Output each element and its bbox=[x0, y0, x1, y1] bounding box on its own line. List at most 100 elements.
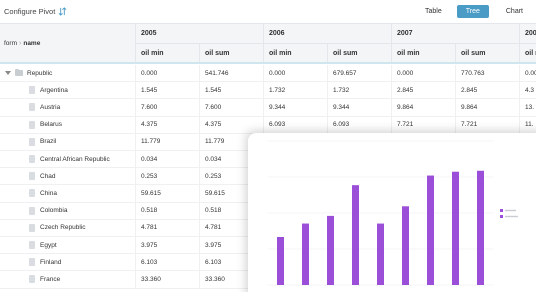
value-cell[interactable]: 0.000 bbox=[520, 65, 536, 81]
row-name-label: Argentina bbox=[40, 86, 68, 94]
value-cell[interactable]: 0.253 bbox=[136, 168, 200, 185]
value-cell[interactable]: 9.864 bbox=[456, 99, 520, 116]
chart-bar[interactable] bbox=[377, 223, 384, 285]
value-cell[interactable]: 13. bbox=[520, 99, 536, 115]
value-cell[interactable]: 9.344 bbox=[264, 99, 328, 116]
value-cell[interactable]: 6.093 bbox=[264, 116, 328, 133]
bar-chart bbox=[268, 140, 518, 286]
row-name-cell[interactable]: France bbox=[0, 271, 136, 288]
document-icon bbox=[29, 241, 35, 250]
value-cell[interactable]: 2.845 bbox=[392, 82, 456, 99]
row-name-cell[interactable]: Republic bbox=[0, 65, 136, 82]
measure-header[interactable]: oil sum bbox=[200, 44, 264, 62]
row-name-cell[interactable]: China bbox=[0, 185, 136, 202]
chart-bar[interactable] bbox=[452, 171, 459, 285]
row-header-fields[interactable]: form › name bbox=[0, 24, 136, 64]
row-name-label: Brazil bbox=[40, 138, 57, 146]
view-tree-button[interactable]: Tree bbox=[456, 5, 489, 18]
table-row[interactable]: Argentina 1.545 1.545 1.732 1.732 2.845 2.845 4… bbox=[0, 82, 536, 100]
chart-bar[interactable] bbox=[402, 206, 409, 285]
year-header[interactable]: 2007 bbox=[392, 24, 520, 43]
row-name-cell[interactable]: Finland bbox=[0, 254, 136, 271]
chart-bar[interactable] bbox=[427, 175, 434, 285]
value-cell[interactable]: 679.657 bbox=[328, 65, 392, 82]
value-cell[interactable]: 11. bbox=[520, 117, 536, 133]
row-name-cell[interactable]: Belarus bbox=[0, 116, 136, 133]
row-name-label: Chad bbox=[40, 172, 56, 180]
row-name-cell[interactable]: Austria bbox=[0, 99, 136, 116]
measure-header[interactable]: oil min bbox=[264, 44, 328, 62]
row-name-cell[interactable]: Brazil bbox=[0, 133, 136, 150]
view-chart-button[interactable]: Chart bbox=[497, 5, 532, 18]
value-cell[interactable]: 1.545 bbox=[200, 82, 264, 99]
view-table-button[interactable]: Table bbox=[416, 5, 451, 18]
row-name-label: Czech Republic bbox=[40, 224, 86, 232]
value-cell[interactable]: 4.3 bbox=[520, 82, 536, 98]
measure-header[interactable]: oil sum bbox=[328, 44, 392, 62]
measure-header[interactable]: oil min bbox=[520, 44, 536, 62]
value-cell[interactable]: 0.034 bbox=[136, 151, 200, 168]
value-cell[interactable]: 4.375 bbox=[136, 116, 200, 133]
value-cell[interactable]: 6.103 bbox=[136, 254, 200, 271]
value-cell[interactable]: 4.375 bbox=[200, 116, 264, 133]
chart-bar[interactable] bbox=[277, 237, 284, 285]
value-cell[interactable]: 0.000 bbox=[136, 65, 200, 82]
value-cell[interactable]: 33.360 bbox=[136, 271, 200, 288]
value-cell[interactable]: 541.746 bbox=[200, 65, 264, 82]
measure-header[interactable]: oil min bbox=[136, 44, 200, 62]
chart-bar[interactable] bbox=[352, 185, 359, 285]
row-name-cell[interactable]: Czech Republic bbox=[0, 219, 136, 236]
value-cell[interactable]: 9.344 bbox=[328, 99, 392, 116]
measure-header[interactable]: oil min bbox=[392, 44, 456, 62]
chart-bar[interactable] bbox=[302, 223, 309, 285]
configure-pivot-button[interactable]: Configure Pivot bbox=[4, 7, 67, 16]
row-field-name[interactable]: name bbox=[23, 40, 40, 47]
legend-swatch[interactable] bbox=[500, 209, 503, 212]
folder-icon bbox=[15, 68, 23, 77]
value-cell[interactable]: 4.781 bbox=[136, 219, 200, 236]
row-name-cell[interactable]: Egypt bbox=[0, 237, 136, 254]
value-cell[interactable]: 7.721 bbox=[456, 116, 520, 133]
configure-pivot-label: Configure Pivot bbox=[4, 7, 56, 16]
table-row[interactable]: Belarus 4.375 4.375 6.093 6.093 7.721 7.721 11. bbox=[0, 116, 536, 134]
expand-arrow-icon[interactable] bbox=[5, 71, 11, 76]
value-cell[interactable]: 7.600 bbox=[200, 99, 264, 116]
value-cell[interactable]: 770.763 bbox=[456, 65, 520, 82]
tree-group-row[interactable]: Republic 0.000 541.746 0.000 679.657 0.000 770… bbox=[0, 65, 536, 83]
table-row[interactable]: Austria 7.600 7.600 9.344 9.344 9.864 9.864 13. bbox=[0, 99, 536, 117]
value-cell[interactable]: 9.864 bbox=[392, 99, 456, 116]
value-cell[interactable]: 3.975 bbox=[136, 237, 200, 254]
year-header[interactable]: 200 bbox=[520, 24, 536, 43]
row-field-form[interactable]: form bbox=[4, 40, 17, 47]
value-cell[interactable]: 6.093 bbox=[328, 116, 392, 133]
value-cell[interactable]: 7.600 bbox=[136, 99, 200, 116]
value-cell[interactable]: 2.845 bbox=[456, 82, 520, 99]
measure-header[interactable]: oil sum bbox=[456, 44, 520, 62]
row-name-cell[interactable]: Argentina bbox=[0, 82, 136, 99]
document-icon bbox=[29, 103, 35, 112]
year-header[interactable]: 2005 bbox=[136, 24, 264, 43]
value-cell[interactable]: 1.732 bbox=[328, 82, 392, 99]
value-cell[interactable]: 0.000 bbox=[264, 65, 328, 82]
row-name-label: Republic bbox=[27, 69, 53, 77]
value-cell[interactable]: 1.732 bbox=[264, 82, 328, 99]
row-name-cell[interactable]: Chad bbox=[0, 168, 136, 185]
chart-bar[interactable] bbox=[327, 215, 334, 285]
row-name-label: Austria bbox=[40, 103, 61, 111]
legend-label-mark bbox=[505, 215, 518, 218]
document-icon bbox=[29, 258, 35, 267]
row-name-cell[interactable]: Colombia bbox=[0, 202, 136, 219]
row-name-label: Egypt bbox=[40, 241, 57, 249]
legend-swatch[interactable] bbox=[500, 215, 503, 218]
value-cell[interactable]: 59.615 bbox=[136, 185, 200, 202]
value-cell[interactable]: 7.721 bbox=[392, 116, 456, 133]
chart-popup bbox=[248, 133, 536, 292]
chart-bar[interactable] bbox=[477, 170, 484, 285]
row-name-cell[interactable]: Central African Republic bbox=[0, 151, 136, 168]
value-cell[interactable]: 11.779 bbox=[136, 133, 200, 150]
year-header[interactable]: 2006 bbox=[264, 24, 392, 43]
value-cell[interactable]: 1.545 bbox=[136, 82, 200, 99]
row-name-label: Finland bbox=[40, 258, 62, 266]
value-cell[interactable]: 0.518 bbox=[136, 202, 200, 219]
value-cell[interactable]: 0.000 bbox=[392, 65, 456, 82]
